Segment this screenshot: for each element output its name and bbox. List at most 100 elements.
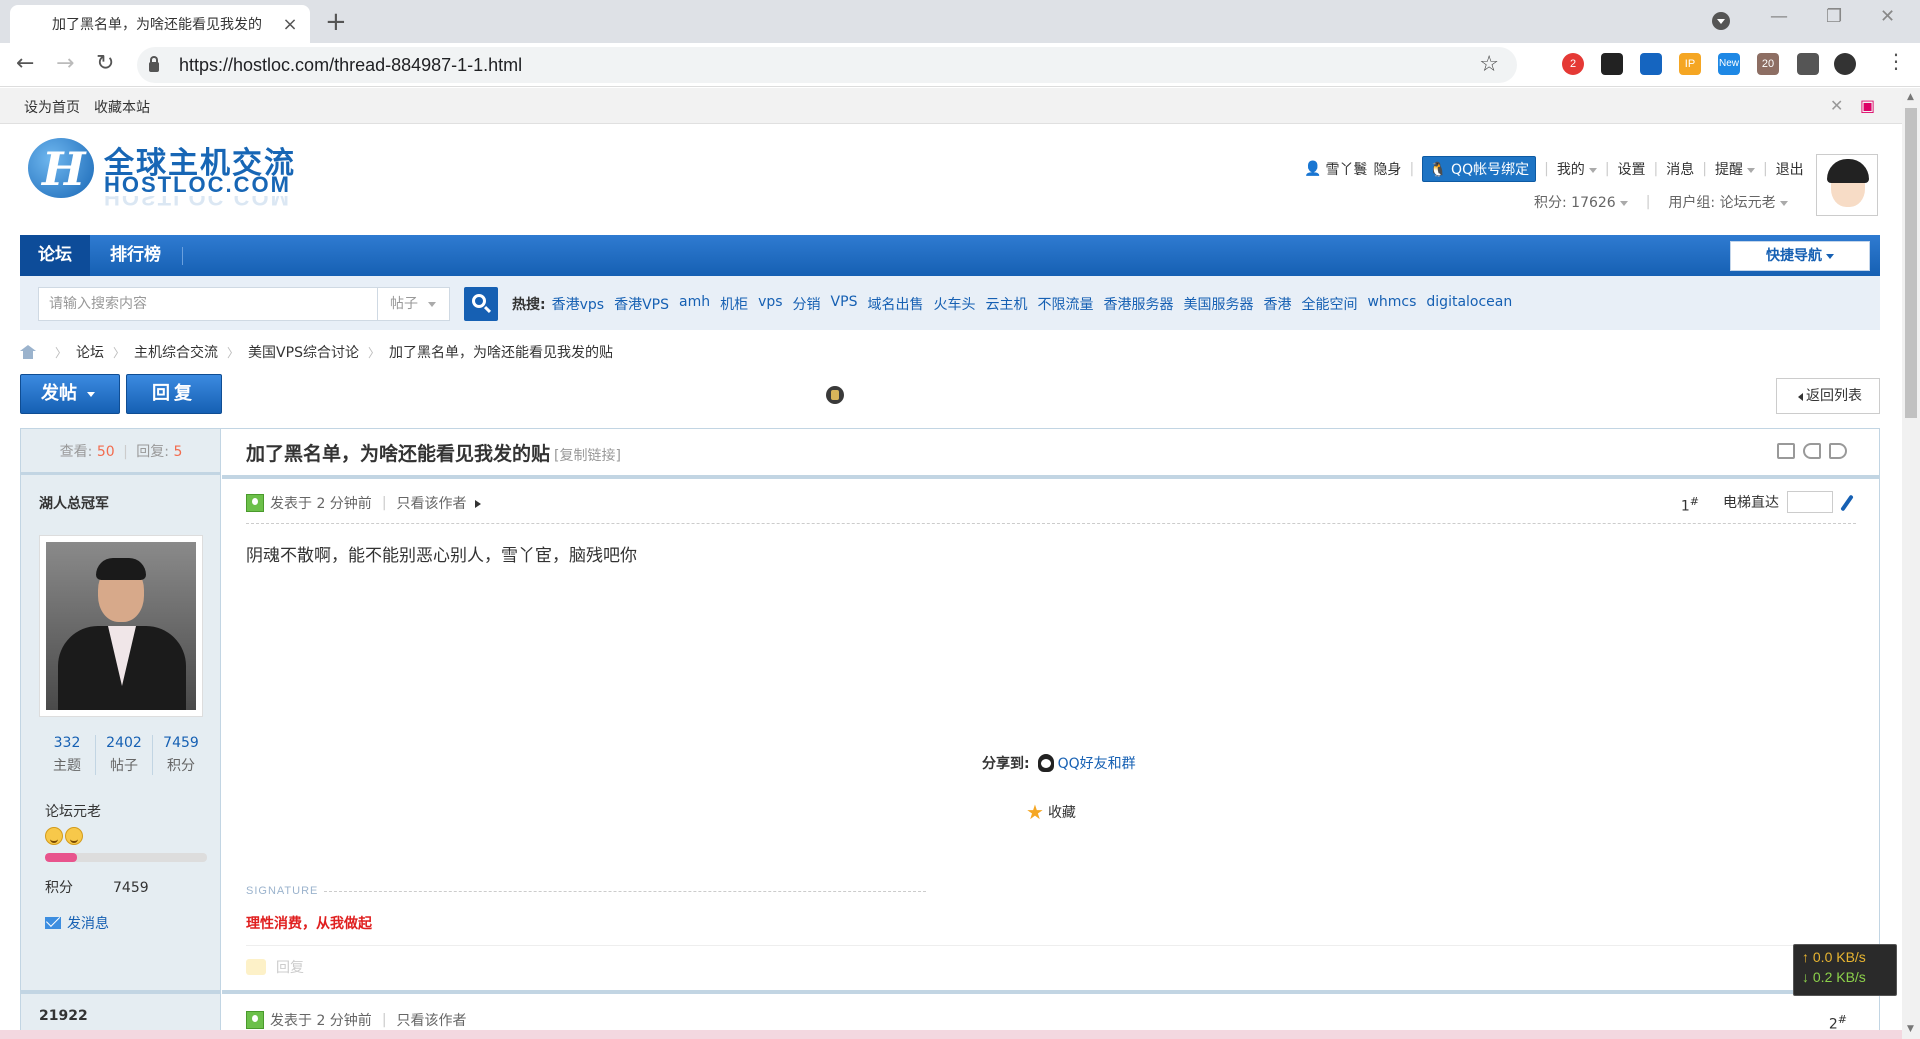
site-logo[interactable]: 全球主机交流 HOSTLOC.COM HOSTLOC.COM <box>24 136 334 218</box>
prev-thread-icon[interactable] <box>1803 443 1821 459</box>
messages-link[interactable]: 消息 <box>1666 159 1694 179</box>
favorite-button[interactable]: ★ 收藏 <box>1026 800 1076 824</box>
share-qq-link[interactable]: QQ好友和群 <box>1058 753 1136 773</box>
next-thread-icon[interactable] <box>1829 443 1847 459</box>
search-type-select[interactable]: 帖子 <box>378 287 450 321</box>
thread-container: 查看: 50 | 回复: 5 湖人总冠军 332 主题 2402 帖子 7459 积分… <box>20 428 1880 1039</box>
username-link[interactable]: 雪丫鬟 <box>1325 159 1367 179</box>
nav-ranking[interactable]: 排行榜 <box>92 235 179 276</box>
author-threads[interactable]: 332 主题 <box>39 735 96 775</box>
style-switch-icon[interactable]: ▣ <box>1860 96 1875 115</box>
floor-jump-input[interactable] <box>1787 491 1833 513</box>
hot-term[interactable]: 全能空间 <box>1301 294 1357 314</box>
nav-forum[interactable]: 论坛 <box>20 235 90 276</box>
bookmark-star-icon[interactable]: ☆ <box>1479 52 1499 77</box>
print-icon[interactable] <box>1777 443 1795 459</box>
scroll-thumb[interactable] <box>1905 108 1917 418</box>
user-credits-bar: 积分: 17626 | 用户组: 论坛元老 <box>1534 192 1788 212</box>
author-avatar[interactable] <box>39 535 203 717</box>
home-icon[interactable] <box>20 345 36 359</box>
hot-term[interactable]: vps <box>758 294 782 314</box>
breadcrumb-item[interactable]: 主机综合交流 <box>134 342 218 362</box>
breadcrumb-item[interactable]: 论坛 <box>76 342 104 362</box>
reply-button[interactable]: 回复 <box>126 374 222 414</box>
puzzle-icon[interactable] <box>1797 53 1819 75</box>
only-author-link[interactable]: 只看该作者 <box>397 1010 467 1030</box>
jump-icon[interactable] <box>1839 494 1855 510</box>
author-stats: 332 主题 2402 帖子 7459 积分 <box>39 735 209 775</box>
hot-term[interactable]: 香港服务器 <box>1103 294 1173 314</box>
hot-term[interactable]: 域名出售 <box>867 294 923 314</box>
search-button[interactable] <box>464 287 498 321</box>
hot-term[interactable]: 火车头 <box>933 294 975 314</box>
breadcrumb-item[interactable]: 美国VPS综合讨论 <box>248 342 359 362</box>
back-arrow-icon[interactable]: ← <box>16 51 34 76</box>
lock-icon[interactable] <box>149 56 159 72</box>
reminders-menu[interactable]: 提醒 <box>1715 159 1755 179</box>
user-avatar[interactable] <box>1816 154 1878 216</box>
copy-link-button[interactable]: [复制链接] <box>554 448 621 464</box>
new-tab-icon[interactable]: + <box>325 7 347 37</box>
tampermonkey-icon[interactable] <box>1601 53 1623 75</box>
usergroup-menu[interactable]: 用户组: 论坛元老 <box>1668 192 1788 212</box>
author-credits[interactable]: 7459 积分 <box>153 735 209 775</box>
hot-term[interactable]: digitalocean <box>1426 294 1512 314</box>
tab-search-icon[interactable] <box>1712 12 1730 30</box>
hot-term[interactable]: 云主机 <box>985 294 1027 314</box>
set-home-link[interactable]: 设为首页 <box>24 97 80 117</box>
hot-term[interactable]: 香港VPS <box>614 294 669 314</box>
forward-arrow-icon[interactable]: → <box>56 51 74 76</box>
flag-icon[interactable] <box>1640 53 1662 75</box>
user-icon: 👤 <box>1304 161 1322 177</box>
author-posts[interactable]: 2402 帖子 <box>96 735 153 775</box>
page-scrollbar[interactable]: ▲ ▼ <box>1902 88 1920 1039</box>
hot-term[interactable]: amh <box>679 294 710 314</box>
collapse-icon[interactable]: ✕ <box>1830 96 1843 115</box>
post-reply-button[interactable]: 回复 <box>246 957 304 977</box>
mine-menu[interactable]: 我的 <box>1557 159 1597 179</box>
logout-link[interactable]: 退出 <box>1776 159 1804 179</box>
scroll-down-icon[interactable]: ▼ <box>1907 1024 1914 1034</box>
tab-close-icon[interactable]: × <box>282 14 298 35</box>
qq-bind-button[interactable]: 🐧 QQ帐号绑定 <box>1422 156 1537 182</box>
back-to-list-button[interactable]: 返回列表 <box>1776 378 1880 414</box>
minimize-icon[interactable]: — <box>1770 6 1788 27</box>
adblock-icon[interactable]: 2 <box>1562 53 1584 75</box>
invisible-link[interactable]: 隐身 <box>1373 159 1401 179</box>
author-name[interactable]: 21922 <box>39 1008 88 1024</box>
hot-term[interactable]: 不限流量 <box>1037 294 1093 314</box>
only-author-link[interactable]: 只看该作者 <box>397 493 467 513</box>
breadcrumb-current[interactable]: 加了黑名单，为啥还能看见我发的贴 <box>389 342 613 362</box>
address-bar[interactable]: https://hostloc.com/thread-884987-1-1.ht… <box>137 47 1517 83</box>
hot-term[interactable]: VPS <box>831 294 858 314</box>
browser-tab[interactable]: 加了黑名单，为啥还能看见我发的 × <box>10 5 844 404</box>
cookie-ext-icon[interactable]: 20 <box>1757 53 1779 75</box>
author-name[interactable]: 湖人总冠军 <box>39 493 109 513</box>
new-post-button[interactable]: 发帖 <box>20 374 120 414</box>
tab-title: 加了黑名单，为啥还能看见我发的 <box>52 17 262 33</box>
menu-dots-icon[interactable]: ⋮ <box>1886 49 1906 73</box>
hot-term[interactable]: 香港 <box>1263 294 1291 314</box>
profile-icon[interactable] <box>1834 53 1856 75</box>
hot-term[interactable]: 美国服务器 <box>1183 294 1253 314</box>
ip-icon[interactable]: IP <box>1679 53 1701 75</box>
floor-number[interactable]: 1# <box>1681 495 1699 515</box>
maximize-icon[interactable]: ❐ <box>1826 6 1842 27</box>
hot-term[interactable]: 分销 <box>793 294 821 314</box>
scroll-up-icon[interactable]: ▲ <box>1907 92 1914 102</box>
online-status-icon <box>246 1011 264 1029</box>
floor-jump: 电梯直达 <box>1723 491 1855 513</box>
settings-link[interactable]: 设置 <box>1618 159 1646 179</box>
hot-term[interactable]: 机柜 <box>720 294 748 314</box>
window-close-icon[interactable]: ✕ <box>1880 6 1895 27</box>
hot-term[interactable]: whmcs <box>1367 294 1416 314</box>
bookmark-site-link[interactable]: 收藏本站 <box>94 97 150 117</box>
hot-term[interactable]: 香港vps <box>552 294 604 314</box>
reload-icon[interactable]: ↻ <box>96 51 114 76</box>
search-input[interactable]: 请输入搜索内容 <box>38 287 378 321</box>
author-credits-row: 积分 7459 <box>45 880 149 896</box>
quick-nav-button[interactable]: 快捷导航 <box>1730 241 1870 271</box>
credits-menu[interactable]: 积分: 17626 <box>1534 192 1628 212</box>
new-ext-icon[interactable]: New <box>1718 53 1740 75</box>
send-message-link[interactable]: 发消息 <box>45 913 109 933</box>
